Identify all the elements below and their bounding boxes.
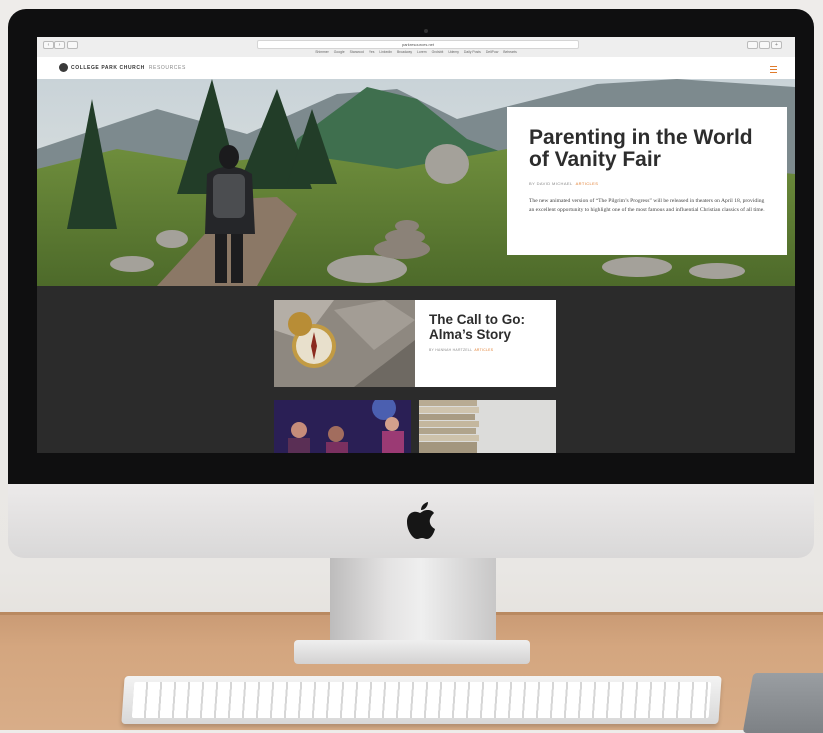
concert-image xyxy=(274,400,411,453)
bookmark-item[interactable]: DeliPow xyxy=(486,50,498,54)
new-tab-icon[interactable]: + xyxy=(771,41,782,49)
books-image xyxy=(419,400,556,453)
featured-article-excerpt: The new animated version of “The Pilgrim… xyxy=(529,198,765,213)
featured-article-author: BY DAVID MICHAEL xyxy=(529,181,573,186)
bookmark-item[interactable]: Shimmer xyxy=(315,50,329,54)
featured-article-card[interactable]: Parenting in the World of Vanity Fair BY… xyxy=(507,107,787,255)
site-name[interactable]: COLLEGE PARK CHURCH RESOURCES xyxy=(71,64,186,72)
forward-button-icon[interactable]: › xyxy=(54,41,65,49)
hero-section: Parenting in the World of Vanity Fair BY… xyxy=(37,79,795,286)
featured-article-category[interactable]: ARTICLES xyxy=(576,181,599,186)
article-card-byline: BY HANNAH HARTZELL ARTICLES xyxy=(429,348,493,352)
bookmark-item[interactable]: Starwood xyxy=(350,50,364,54)
trackpad xyxy=(742,673,823,733)
browser-toolbar: ‹ › parkresources.net + Shimmer Google S… xyxy=(37,37,795,58)
site-name-text: COLLEGE PARK CHURCH xyxy=(71,65,145,71)
monitor-chin xyxy=(8,484,814,558)
article-card-category[interactable]: ARTICLES xyxy=(474,348,493,352)
bookmark-item[interactable]: Broadway xyxy=(397,50,412,54)
article-thumbnail-books[interactable] xyxy=(419,400,556,453)
tabs-icon[interactable] xyxy=(759,41,770,49)
article-thumbnail-concert[interactable] xyxy=(274,400,411,453)
church-logo-icon[interactable] xyxy=(59,63,68,72)
back-button-icon[interactable]: ‹ xyxy=(43,41,54,49)
featured-article-title[interactable]: Parenting in the World of Vanity Fair xyxy=(529,127,769,171)
article-card-title[interactable]: The Call to Go: Alma’s Story xyxy=(429,312,547,342)
bookmark-item[interactable]: Google xyxy=(334,50,345,54)
apple-logo-icon xyxy=(407,502,435,539)
keyboard-keys xyxy=(131,682,712,718)
bookmark-item[interactable]: Lorem xyxy=(417,50,427,54)
camera-icon xyxy=(424,29,428,33)
address-bar[interactable]: parkresources.net xyxy=(257,40,579,49)
site-section-text: RESOURCES xyxy=(148,65,186,71)
bookmark-item[interactable]: Udemy xyxy=(448,50,459,54)
share-icon[interactable] xyxy=(747,41,758,49)
bookmark-item[interactable]: Yes xyxy=(369,50,375,54)
article-card-author: BY HANNAH HARTZELL xyxy=(429,348,473,352)
sidebar-toggle-icon[interactable] xyxy=(67,41,78,49)
monitor-stand xyxy=(330,558,496,642)
bookmark-item[interactable]: Daily Posts xyxy=(464,50,481,54)
bookmark-item[interactable]: Grolsbit xyxy=(432,50,444,54)
bookmarks-bar: Shimmer Google Starwood Yes Linkedin Bro… xyxy=(37,49,795,56)
bookmark-item[interactable]: Linkedin xyxy=(379,50,392,54)
article-card[interactable]: The Call to Go: Alma’s Story BY HANNAH H… xyxy=(274,300,556,387)
hamburger-menu-icon[interactable] xyxy=(770,66,777,73)
site-header: COLLEGE PARK CHURCH RESOURCES xyxy=(37,57,795,79)
featured-article-byline: BY DAVID MICHAEL ARTICLES xyxy=(529,181,598,186)
monitor-stand-base xyxy=(294,640,530,664)
bookmark-item[interactable]: Behearts xyxy=(503,50,517,54)
compass-image xyxy=(274,300,415,387)
monitor-screen: ‹ › parkresources.net + Shimmer Google S… xyxy=(37,37,795,453)
keyboard xyxy=(121,676,722,724)
